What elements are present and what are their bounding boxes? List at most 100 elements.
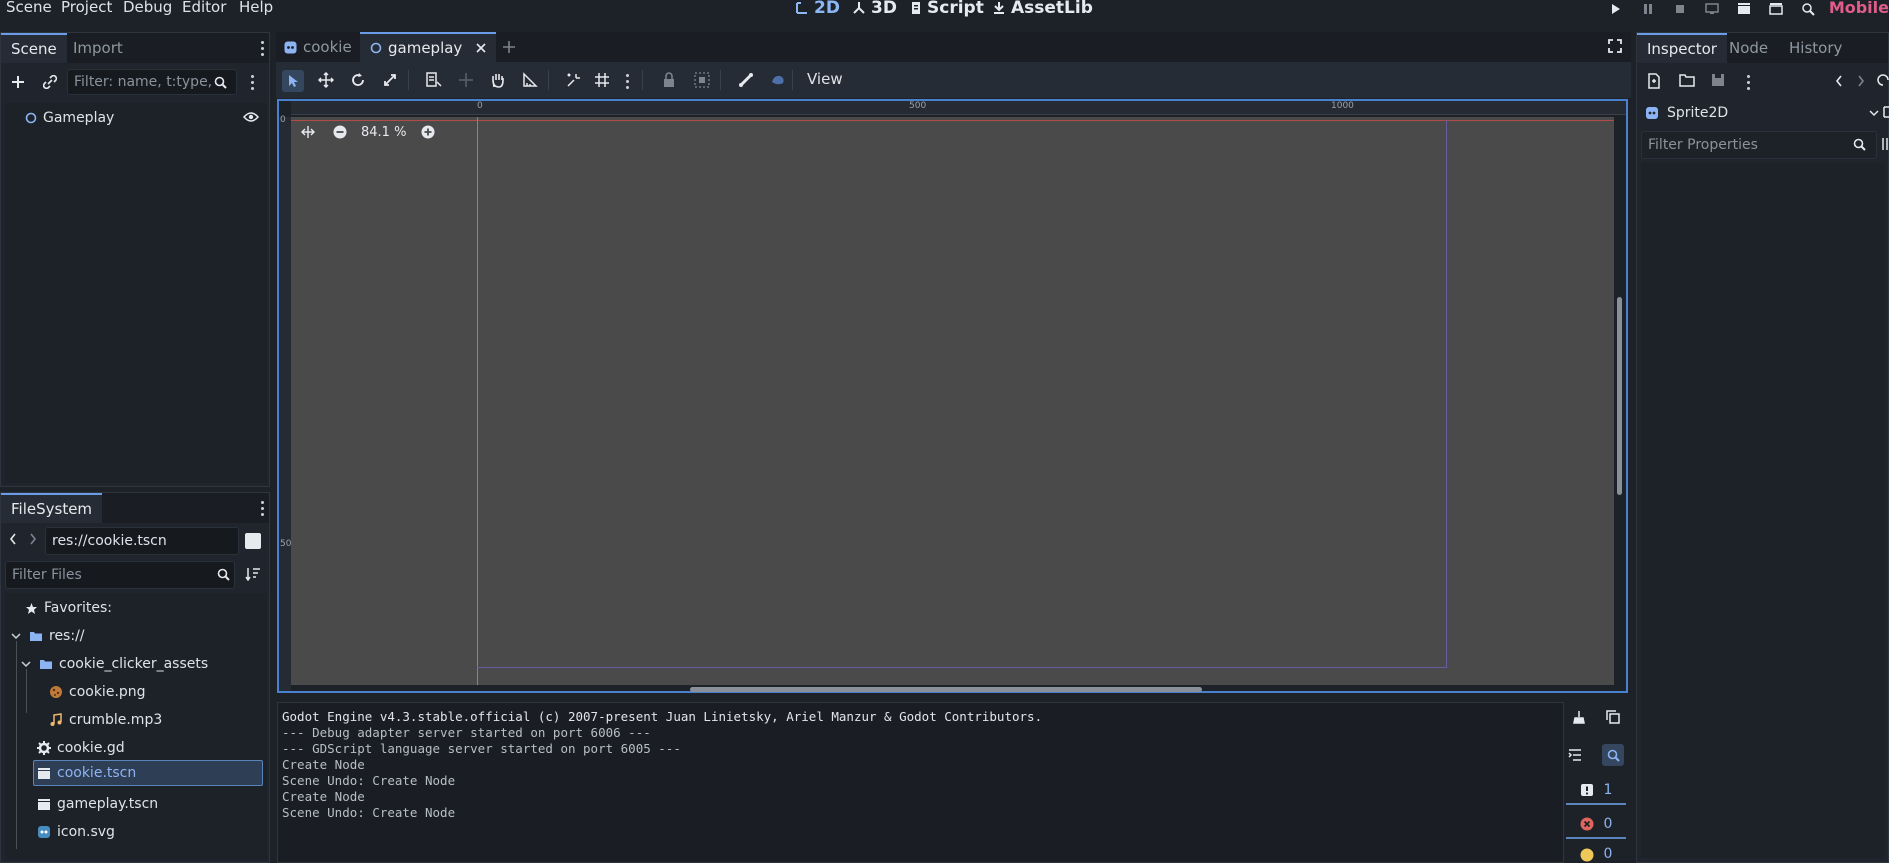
bone-icon[interactable] <box>738 72 754 88</box>
scene-filter-options-icon[interactable] <box>245 73 259 91</box>
info-filter-toggle[interactable]: 0 <box>1566 845 1626 863</box>
file-tree-item-cookie-png[interactable]: cookie.png <box>49 679 146 705</box>
file-tree-item-gameplay-tscn[interactable]: gameplay.tscn <box>37 791 158 817</box>
inspector-menu-icon[interactable] <box>1741 73 1755 91</box>
inspected-object-selector[interactable]: Sprite2D <box>1641 99 1881 127</box>
play-scene-button[interactable] <box>1733 0 1755 18</box>
instance-scene-link-icon[interactable] <box>41 73 59 91</box>
ruler-label: 0 <box>280 115 286 125</box>
add-tab-icon[interactable] <box>502 40 516 54</box>
back-chevron-icon[interactable] <box>9 533 17 545</box>
view-menu[interactable]: View <box>807 70 843 88</box>
sort-icon[interactable] <box>245 567 261 581</box>
rotate-mode-icon[interactable] <box>350 72 366 88</box>
horizontal-scrollbar[interactable] <box>690 687 1202 692</box>
scene-tree-root-node[interactable]: Gameplay <box>25 105 114 131</box>
scale-mode-icon[interactable] <box>382 72 398 88</box>
copy-icon[interactable] <box>1606 710 1620 724</box>
grid-snap-icon[interactable] <box>594 72 610 88</box>
pause-button[interactable] <box>1637 0 1659 18</box>
warnings-filter-toggle[interactable]: 1 <box>1566 777 1626 805</box>
tab-inspector[interactable]: Inspector <box>1637 33 1727 63</box>
tab-import[interactable]: Import <box>63 33 133 63</box>
menu-project[interactable]: Project <box>61 0 112 16</box>
remote-debug-button[interactable] <box>1701 0 1723 18</box>
renderer-selector[interactable]: Mobile <box>1829 0 1889 17</box>
select-mode-icon[interactable] <box>282 70 304 92</box>
scene-dock-menu-icon[interactable] <box>255 39 269 57</box>
inspector-options-icon[interactable] <box>1881 137 1889 151</box>
zoom-out-icon[interactable] <box>333 125 347 139</box>
inspector-search-icon <box>1853 138 1866 151</box>
tab-filesystem[interactable]: FileSystem <box>1 493 103 523</box>
close-icon[interactable] <box>476 43 486 53</box>
collapse-icon[interactable] <box>1568 748 1582 762</box>
vertical-scrollbar[interactable] <box>1617 297 1622 495</box>
distraction-free-icon[interactable] <box>1608 39 1622 53</box>
scene-dock: Scene Import Filter: name, t:type, Gamep… <box>0 32 270 487</box>
new-resource-icon[interactable] <box>1647 73 1661 89</box>
snap-options-icon[interactable] <box>620 72 634 90</box>
workspace-script-button[interactable]: Script <box>910 0 984 18</box>
pan-hand-icon[interactable] <box>490 72 506 88</box>
play-button[interactable] <box>1605 0 1627 18</box>
file-tree-item-favorites[interactable]: Favorites: <box>25 595 112 621</box>
file-tree-item-cookie-clicker-assets[interactable]: cookie_clicker_assets <box>21 651 208 677</box>
properties-link-icon[interactable] <box>1881 105 1889 119</box>
movie-maker-button[interactable] <box>1797 0 1819 18</box>
menu-debug[interactable]: Debug <box>123 0 172 16</box>
output-search-icon[interactable] <box>1602 744 1624 766</box>
list-selectable-icon[interactable] <box>426 72 442 88</box>
tab-history[interactable]: History <box>1779 33 1852 63</box>
workspace-2d-label: 2D <box>814 0 840 18</box>
save-icon[interactable] <box>1711 73 1725 87</box>
file-tree-label: icon.svg <box>57 824 115 840</box>
move-mode-icon[interactable] <box>318 72 334 88</box>
file-tree-item-cookie-gd[interactable]: cookie.gd <box>37 735 125 761</box>
menu-help[interactable]: Help <box>239 0 273 16</box>
filesystem-filter-input[interactable]: Filter Files <box>5 561 235 589</box>
forward-chevron-icon[interactable] <box>29 533 37 545</box>
canvas-viewport[interactable]: 0 500 1000 0 500 84.1 % <box>277 99 1628 693</box>
stop-button[interactable] <box>1669 0 1691 18</box>
history-forward-icon[interactable] <box>1857 75 1865 87</box>
history-back-icon[interactable] <box>1835 75 1843 87</box>
workspace-assetlib-button[interactable]: AssetLib <box>992 0 1093 18</box>
lock-icon[interactable] <box>662 72 676 88</box>
ruler-icon[interactable] <box>522 72 538 88</box>
group-icon[interactable] <box>694 72 710 88</box>
menu-scene[interactable]: Scene <box>6 0 52 16</box>
chevron-down-icon[interactable] <box>11 632 21 640</box>
split-view-toggle-icon[interactable] <box>245 533 261 549</box>
tab-cookie[interactable]: cookie <box>276 32 362 62</box>
errors-filter-toggle[interactable]: 0 <box>1566 811 1626 839</box>
filesystem-path-field[interactable]: res://cookie.tscn <box>45 527 239 555</box>
visibility-eye-icon[interactable] <box>243 111 259 123</box>
canvas-area[interactable]: 84.1 % <box>291 117 1614 685</box>
workspace-3d-button[interactable]: 3D <box>852 0 897 18</box>
tab-node[interactable]: Node <box>1719 33 1778 63</box>
menu-editor[interactable]: Editor <box>182 0 226 16</box>
workspace-2d-button[interactable]: 2D <box>795 0 840 18</box>
pivot-icon[interactable] <box>458 72 474 88</box>
zoom-in-icon[interactable] <box>421 125 435 139</box>
object-history-icon[interactable] <box>1877 73 1889 87</box>
inspector-filter-input[interactable]: Filter Properties <box>1641 131 1877 159</box>
chevron-down-icon[interactable] <box>21 660 31 668</box>
particles-icon[interactable] <box>770 72 786 88</box>
file-tree-item-icon-svg[interactable]: icon.svg <box>37 819 115 845</box>
zoom-level[interactable]: 84.1 % <box>361 125 406 140</box>
file-tree-item-res[interactable]: res:// <box>11 623 85 649</box>
smart-snap-icon[interactable] <box>566 72 582 88</box>
open-folder-icon[interactable] <box>1679 73 1695 87</box>
filesystem-dock-menu-icon[interactable] <box>255 499 269 517</box>
file-tree-item-cookie-tscn[interactable]: cookie.tscn <box>33 760 263 786</box>
center-view-icon[interactable] <box>301 125 315 139</box>
clear-broom-icon[interactable] <box>1572 710 1586 724</box>
ruler-vertical: 0 500 <box>279 115 297 691</box>
play-custom-scene-button[interactable] <box>1765 0 1787 18</box>
tab-gameplay[interactable]: gameplay <box>360 32 497 62</box>
tab-scene[interactable]: Scene <box>1 33 67 63</box>
file-tree-item-crumble-mp3[interactable]: crumble.mp3 <box>49 707 162 733</box>
add-node-icon[interactable] <box>9 73 27 91</box>
